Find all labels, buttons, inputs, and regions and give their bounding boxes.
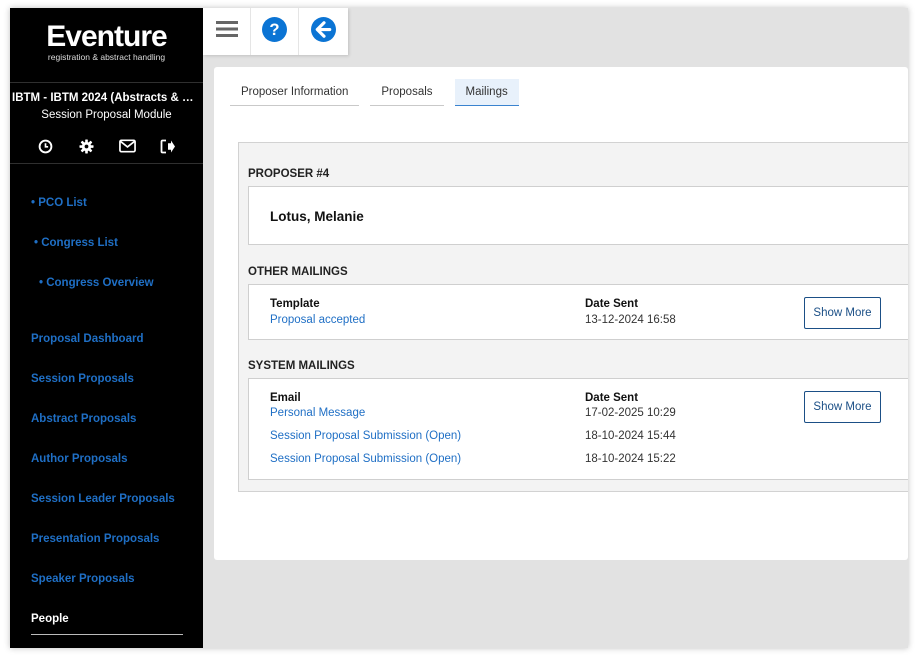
nav-presentation-proposals[interactable]: Presentation Proposals (31, 533, 159, 545)
mailing-date: 18-10-2024 15:22 (585, 453, 676, 465)
date-column-header: Date Sent (585, 298, 639, 310)
menu-icon (215, 20, 238, 43)
nav-speaker-proposals[interactable]: Speaker Proposals (31, 573, 135, 585)
divider (10, 163, 203, 164)
tab-mailings[interactable]: Mailings (454, 79, 519, 106)
logo-title: Eventure (46, 20, 167, 53)
show-more-button[interactable]: Show More (804, 391, 881, 423)
mailing-date: 17-02-2025 10:29 (585, 407, 676, 419)
module-name: Session Proposal Module (41, 109, 172, 121)
help-icon: ? (262, 16, 287, 47)
sign-out-icon[interactable] (158, 136, 178, 156)
nav-congress-list[interactable]: • Congress List (34, 237, 118, 249)
proposer-heading: PROPOSER #4 (248, 168, 330, 180)
gear-icon[interactable] (76, 136, 96, 156)
top-toolbar: ? (203, 8, 348, 55)
mailing-link[interactable]: Proposal accepted (270, 314, 365, 326)
clock-icon[interactable] (35, 136, 55, 156)
other-mailings-box: Template Date Sent Proposal accepted 13-… (248, 284, 908, 340)
nav-people[interactable]: People (31, 613, 69, 625)
tab-proposals[interactable]: Proposals (370, 79, 444, 106)
nav-abstract-proposals[interactable]: Abstract Proposals (31, 413, 136, 425)
nav-proposal-dashboard[interactable]: Proposal Dashboard (31, 333, 143, 345)
tab-proposer-information[interactable]: Proposer Information (230, 79, 360, 106)
logo-subtitle: registration & abstract handling (47, 52, 166, 62)
email-column-header: Email (270, 392, 301, 404)
mailing-date: 13-12-2024 16:58 (585, 314, 676, 326)
template-column-header: Template (270, 298, 320, 310)
mailing-link[interactable]: Session Proposal Submission (Open) (270, 430, 461, 442)
envelope-icon[interactable] (117, 136, 137, 156)
project-name: IBTM - IBTM 2024 (Abstracts & Par... (12, 92, 203, 104)
back-button[interactable] (299, 8, 347, 55)
system-mailings-heading: SYSTEM MAILINGS (248, 360, 355, 372)
show-more-button[interactable]: Show More (804, 297, 881, 329)
nav-congress-overview[interactable]: • Congress Overview (39, 277, 154, 289)
mailing-link[interactable]: Session Proposal Submission (Open) (270, 453, 461, 465)
menu-button[interactable] (203, 8, 251, 55)
main-card: Proposer Information Proposals Mailings … (214, 67, 908, 560)
mailing-date: 18-10-2024 15:44 (585, 430, 676, 442)
proposer-name: Lotus, Melanie (270, 209, 364, 224)
logo: Eventure registration & abstract handlin… (10, 20, 203, 62)
svg-text:?: ? (269, 20, 279, 39)
app-window: Eventure registration & abstract handlin… (10, 8, 908, 648)
nav-session-proposals[interactable]: Session Proposals (31, 373, 134, 385)
system-mailings-box: Email Date Sent Personal Message 17-02-2… (248, 378, 908, 480)
back-arrow-icon (310, 16, 336, 47)
date-column-header: Date Sent (585, 392, 639, 404)
mailing-link[interactable]: Personal Message (270, 407, 365, 419)
sidebar-icon-bar (10, 136, 203, 156)
nav-session-leader-proposals[interactable]: Session Leader Proposals (31, 493, 175, 505)
sidebar: Eventure registration & abstract handlin… (10, 8, 203, 648)
proposer-box: Lotus, Melanie (248, 186, 908, 245)
nav-author-proposals[interactable]: Author Proposals (31, 453, 127, 465)
other-mailings-heading: OTHER MAILINGS (248, 266, 348, 278)
active-nav-underline (31, 634, 183, 635)
help-button[interactable]: ? (251, 8, 299, 55)
divider (10, 82, 203, 83)
nav-pco-list[interactable]: • PCO List (31, 197, 87, 209)
mailings-panel: PROPOSER #4 Lotus, Melanie OTHER MAILING… (238, 142, 908, 492)
tab-bar: Proposer Information Proposals Mailings (230, 79, 519, 106)
